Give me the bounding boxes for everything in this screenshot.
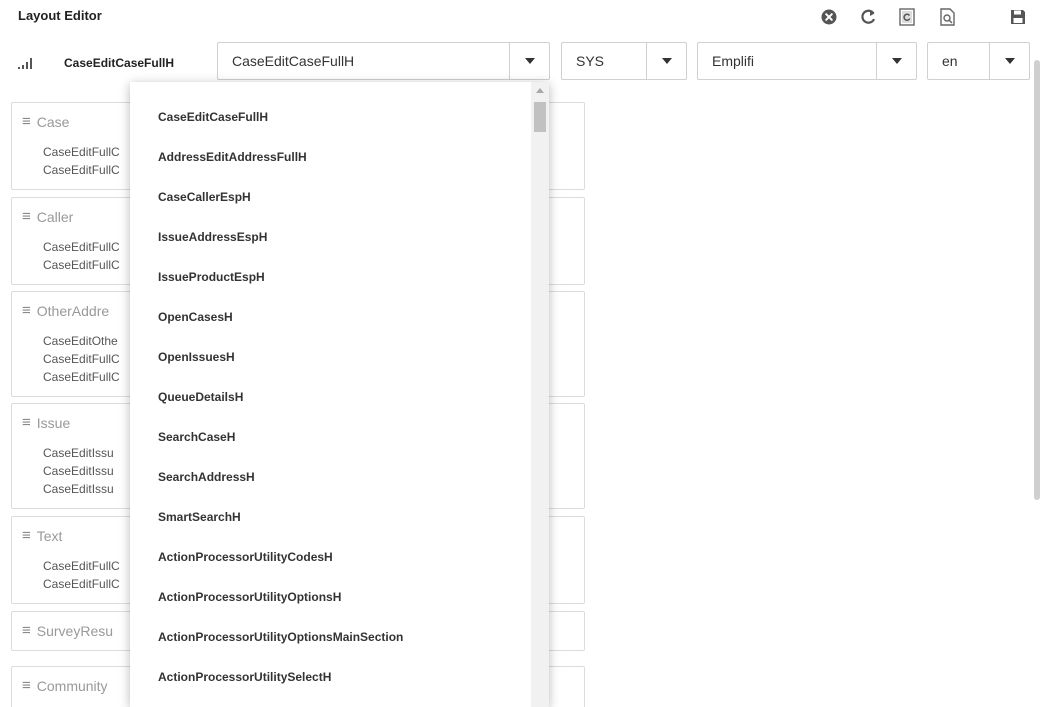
section-item[interactable]: CaseEditFullC <box>43 559 120 573</box>
refresh-icon[interactable] <box>858 6 880 28</box>
section-title: SurveyResu <box>36 622 114 639</box>
chevron-down-icon[interactable] <box>989 43 1029 79</box>
dropdown-scrollbar[interactable] <box>531 82 549 707</box>
dropdown-option[interactable]: IssueAddressEspH <box>158 230 267 244</box>
chevron-down-icon[interactable] <box>646 43 686 79</box>
section-title: Caller <box>36 208 74 225</box>
section-item[interactable]: CaseEditOthe <box>43 334 118 348</box>
close-circle-icon[interactable] <box>818 6 840 28</box>
save-icon[interactable] <box>1007 6 1029 28</box>
drag-handle-icon[interactable]: ≡ <box>22 622 31 639</box>
section-item[interactable]: CaseEditFullC <box>43 163 120 177</box>
page-title: Layout Editor <box>18 8 102 23</box>
section-item[interactable]: CaseEditFullC <box>43 240 120 254</box>
section-title: Text <box>36 527 63 544</box>
dropdown-option[interactable]: AddressEditAddressFullH <box>158 150 307 164</box>
layout-editor-window: Layout Editor CaseEditCaseFullH CaseEdit… <box>0 0 1041 707</box>
dropdown-option[interactable]: CaseCallerEspH <box>158 190 251 204</box>
dropdown-option[interactable]: ActionProcessorUtilitySelectH <box>158 670 331 684</box>
theme-select-value: Emplifi <box>712 53 755 69</box>
layout-selector-row: CaseEditCaseFullH CaseEditCaseFullH SYS … <box>0 42 1041 82</box>
signal-icon <box>18 56 36 75</box>
dropdown-option[interactable]: QueueDetailsH <box>158 390 243 404</box>
dropdown-option[interactable]: SearchAddressH <box>158 470 255 484</box>
layout-name-label: CaseEditCaseFullH <box>64 56 175 70</box>
section-item[interactable]: CaseEditFullC <box>43 352 120 366</box>
dropdown-option[interactable]: IssueProductEspH <box>158 270 265 284</box>
drag-handle-icon[interactable]: ≡ <box>22 113 31 130</box>
chevron-down-icon[interactable] <box>876 43 916 79</box>
layout-dropdown-list[interactable]: CaseEditCaseFullH AddressEditAddressFull… <box>130 82 549 707</box>
header: Layout Editor <box>0 0 1041 34</box>
section-title: Community <box>36 677 108 694</box>
preview-icon[interactable] <box>937 6 959 28</box>
layout-select[interactable]: CaseEditCaseFullH <box>217 42 550 80</box>
section-title: Issue <box>36 414 71 431</box>
drag-handle-icon[interactable]: ≡ <box>22 527 31 544</box>
layout-select-value: CaseEditCaseFullH <box>232 53 355 69</box>
section-item[interactable]: CaseEditFullC <box>43 258 120 272</box>
section-item[interactable]: CaseEditFullC <box>43 370 120 384</box>
dropdown-option[interactable]: OpenIssuesH <box>158 350 235 364</box>
system-select-value: SYS <box>576 53 605 69</box>
scroll-up-icon[interactable] <box>536 88 544 93</box>
language-select[interactable]: en <box>927 42 1030 80</box>
theme-select[interactable]: Emplifi <box>697 42 917 80</box>
section-item[interactable]: CaseEditIssu <box>43 446 114 460</box>
page-scrollbar[interactable] <box>1034 60 1040 500</box>
dropdown-option[interactable]: SearchCaseH <box>158 430 235 444</box>
dropdown-option[interactable]: ActionProcessorUtilityOptionsH <box>158 590 341 604</box>
dropdown-option[interactable]: CaseEditCaseFullH <box>158 110 268 124</box>
section-title: Case <box>36 113 70 130</box>
section-title: OtherAddre <box>36 302 110 319</box>
system-select[interactable]: SYS <box>561 42 687 80</box>
drag-handle-icon[interactable]: ≡ <box>22 208 31 225</box>
section-item[interactable]: CaseEditIssu <box>43 464 114 478</box>
dropdown-option[interactable]: ActionProcessorUtilityCodesH <box>158 550 333 564</box>
dropdown-option[interactable]: OpenCasesH <box>158 310 233 324</box>
drag-handle-icon[interactable]: ≡ <box>22 302 31 319</box>
section-item[interactable]: CaseEditFullC <box>43 577 120 591</box>
scrollbar-thumb[interactable] <box>534 102 546 132</box>
section-item[interactable]: CaseEditIssu <box>43 482 114 496</box>
reload-document-icon[interactable] <box>896 6 918 28</box>
dropdown-option[interactable]: ActionProcessorUtilityOptionsMainSection <box>158 630 403 644</box>
chevron-down-icon[interactable] <box>509 43 549 79</box>
drag-handle-icon[interactable]: ≡ <box>22 677 31 694</box>
drag-handle-icon[interactable]: ≡ <box>22 414 31 431</box>
language-select-value: en <box>942 53 958 69</box>
section-item[interactable]: CaseEditFullC <box>43 145 120 159</box>
dropdown-option[interactable]: SmartSearchH <box>158 510 241 524</box>
